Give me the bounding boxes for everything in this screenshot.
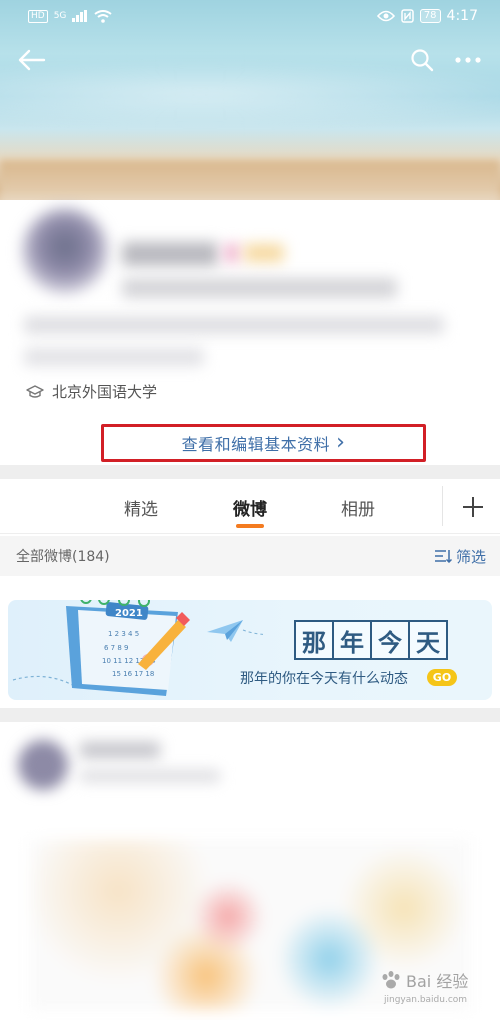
filter-button[interactable]: 筛选	[434, 546, 486, 567]
profile-card: 北京外国语大学 查看和编辑基本资料 ›	[0, 200, 500, 465]
arrow-left-icon	[18, 49, 46, 71]
stats-blurred	[122, 278, 397, 298]
on-this-day-title: 那 年 今 天	[294, 620, 448, 660]
view-edit-profile-link[interactable]: 查看和编辑基本资料 ›	[101, 424, 426, 462]
graduation-cap-icon	[26, 384, 44, 398]
title-char: 今	[370, 620, 410, 660]
back-button[interactable]	[14, 42, 50, 78]
section-divider	[0, 708, 500, 722]
tab-weibo[interactable]: 微博	[233, 495, 267, 520]
search-button[interactable]	[404, 42, 440, 78]
username-blurred	[122, 242, 218, 266]
paper-plane-icon	[207, 620, 263, 642]
bio-blurred-line-1	[24, 316, 444, 334]
svg-text:15 16 17 18: 15 16 17 18	[112, 670, 154, 678]
filter-label: 筛选	[455, 547, 486, 566]
more-icon	[455, 57, 481, 63]
more-button[interactable]	[450, 42, 486, 78]
hd-indicator: HD	[28, 9, 48, 23]
eye-icon	[376, 10, 395, 22]
go-button[interactable]: GO	[427, 669, 457, 686]
post-avatar-blurred	[18, 740, 68, 790]
tab-featured[interactable]: 精选	[124, 495, 158, 520]
avatar[interactable]	[22, 208, 108, 294]
svg-text:6 7 8 9: 6 7 8 9	[104, 644, 129, 652]
post-author-blurred	[80, 742, 160, 758]
chevron-right-icon: ›	[336, 430, 346, 455]
school-name: 北京外国语大学	[52, 383, 158, 401]
add-tab-button[interactable]	[455, 489, 491, 525]
network-indicator: 5G	[53, 11, 67, 21]
title-char: 天	[408, 620, 448, 660]
battery-indicator: 78	[419, 9, 441, 23]
top-nav-bar	[0, 38, 500, 82]
title-char: 年	[332, 620, 372, 660]
post-meta-blurred	[80, 770, 220, 782]
baidu-jingyan-watermark: Bai 经验	[380, 968, 468, 992]
watermark-url: jingyan.baidu.com	[384, 995, 468, 1005]
weibo-count-label: 全部微博(184)	[16, 549, 110, 565]
title-char: 那	[294, 620, 334, 660]
vip-badge-blurred	[224, 244, 240, 262]
watermark-brand: Bai 经验	[406, 972, 469, 991]
section-divider	[0, 465, 500, 479]
signal-icon	[72, 10, 88, 22]
svg-text:1 2 3 4 5: 1 2 3 4 5	[108, 630, 139, 638]
wifi-icon	[94, 9, 113, 23]
tab-album[interactable]: 相册	[341, 495, 375, 520]
on-this-day-subtitle: 那年的你在今天有什么动态	[240, 671, 408, 687]
profile-cover-image	[0, 0, 500, 215]
tab-divider	[442, 486, 443, 526]
level-badge-blurred	[244, 244, 284, 262]
view-edit-profile-label: 查看和编辑基本资料	[181, 435, 331, 454]
school-row: 北京外国语大学	[26, 381, 157, 402]
status-bar: HD 5G 78 4:17	[0, 0, 500, 32]
filter-icon	[434, 550, 452, 563]
nfc-icon	[401, 9, 414, 23]
calendar-year: 2021	[115, 608, 143, 619]
search-icon	[411, 49, 434, 72]
active-tab-indicator	[236, 524, 264, 528]
weibo-list-header: 全部微博(184) 筛选	[0, 536, 500, 576]
clock: 4:17	[446, 8, 478, 24]
bio-blurred-line-2	[24, 348, 204, 366]
paw-icon	[382, 971, 400, 989]
calendar-illustration: 2021 1 2 3 4 5 6 7 8 9 10 11 12 13 14 15…	[12, 600, 190, 696]
plus-icon	[463, 497, 483, 517]
